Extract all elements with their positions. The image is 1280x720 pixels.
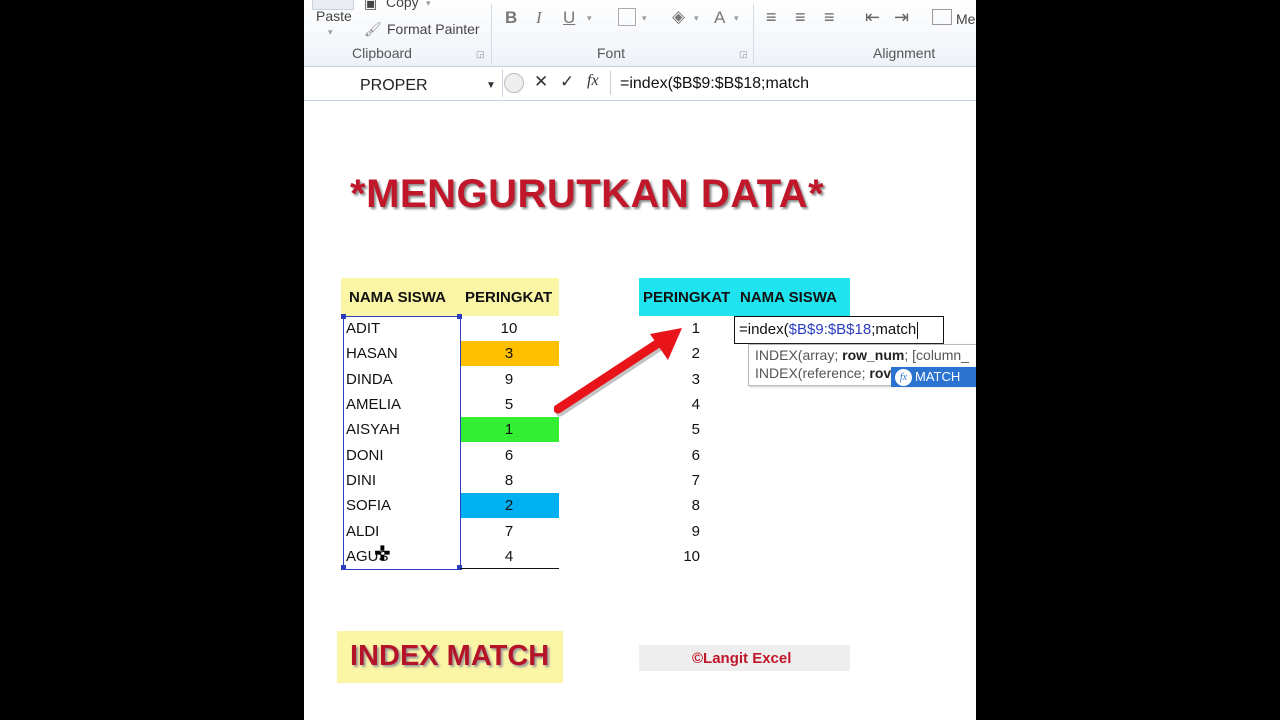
- function-icon: fx: [895, 369, 912, 386]
- merge-button[interactable]: Me: [956, 11, 975, 27]
- decrease-indent-icon[interactable]: ⇤: [865, 7, 880, 28]
- cell-formula-text: =index($B$9:$B$18;match: [739, 321, 919, 339]
- selection-handle[interactable]: [457, 314, 462, 319]
- insert-function-icon[interactable]: fx: [587, 72, 599, 90]
- rank-number[interactable]: 6: [658, 443, 700, 468]
- student-rank[interactable]: 7: [460, 519, 558, 544]
- italic-icon[interactable]: I: [536, 8, 542, 28]
- copy-dropdown-icon[interactable]: ▾: [426, 0, 431, 9]
- formula-input[interactable]: =index($B$9:$B$18;match: [620, 75, 809, 93]
- student-rank[interactable]: 5: [460, 392, 558, 417]
- rank-number[interactable]: 4: [658, 392, 700, 417]
- ribbon: Paste ▾ ▣ Copy ▾ 🖌 Format Painter Clipbo…: [304, 0, 976, 67]
- rank-number[interactable]: 5: [658, 417, 700, 442]
- rank-number[interactable]: 8: [658, 493, 700, 518]
- format-painter-icon[interactable]: 🖌: [364, 21, 382, 38]
- student-rank[interactable]: 4: [460, 544, 558, 569]
- align-center-icon[interactable]: ≡: [795, 7, 806, 28]
- enter-icon[interactable]: ✓: [560, 72, 574, 92]
- formula-bar-grip-icon: [504, 73, 524, 93]
- copy-button[interactable]: Copy: [386, 0, 419, 10]
- mouse-cursor-icon: ✜: [374, 543, 391, 565]
- selected-range[interactable]: [343, 316, 461, 570]
- tooltip-current-arg: rov: [869, 365, 892, 381]
- format-painter-button[interactable]: Format Painter: [387, 21, 480, 37]
- rank-number[interactable]: 9: [658, 519, 700, 544]
- alignment-group-label: Alignment: [873, 45, 936, 61]
- index-match-label-box: INDEX MATCH: [337, 631, 563, 683]
- align-left-icon[interactable]: ≡: [766, 7, 777, 28]
- tooltip-text: INDEX(reference;: [755, 365, 870, 381]
- student-rank[interactable]: 10: [460, 316, 558, 341]
- autocomplete-label: MATCH: [915, 369, 961, 384]
- active-cell-editor[interactable]: =index($B$9:$B$18;match: [734, 316, 944, 344]
- selection-handle[interactable]: [341, 314, 346, 319]
- borders-dropdown-icon[interactable]: ▾: [642, 13, 647, 24]
- merge-icon[interactable]: [932, 9, 952, 25]
- formula-prefix: =index(: [739, 321, 789, 338]
- font-color-dropdown-icon[interactable]: ▾: [734, 13, 739, 24]
- paste-dropdown-icon[interactable]: ▾: [328, 27, 333, 38]
- tooltip-text: ; [column_: [904, 347, 969, 363]
- font-launcher-icon[interactable]: ◲: [739, 49, 748, 60]
- rank-number[interactable]: 2: [658, 341, 700, 366]
- table-bottom-border: [460, 568, 559, 569]
- header-peringkat: PERINGKAT: [465, 289, 553, 306]
- paste-button[interactable]: Paste: [316, 8, 352, 24]
- formula-bar: PROPER ▼ ✕ ✓ fx =index($B$9:$B$18;match: [304, 67, 976, 101]
- student-rank[interactable]: 6: [460, 443, 558, 468]
- copy-icon[interactable]: ▣: [364, 0, 377, 12]
- fill-color-dropdown-icon[interactable]: ▾: [694, 13, 699, 24]
- student-rank[interactable]: 2: [460, 493, 558, 518]
- student-rank[interactable]: 8: [460, 468, 558, 493]
- text-cursor: [917, 321, 919, 339]
- ribbon-divider: [753, 4, 754, 64]
- tooltip-current-arg: row_num: [842, 347, 905, 363]
- credit-text: ©Langit Excel: [692, 650, 792, 667]
- fill-color-icon[interactable]: ◈: [672, 7, 685, 27]
- rank-number[interactable]: 3: [658, 367, 700, 392]
- borders-icon[interactable]: [618, 8, 636, 26]
- clipboard-group-label: Clipboard: [352, 45, 412, 61]
- header-nama-siswa: NAMA SISWA: [349, 289, 446, 306]
- student-rank[interactable]: 3: [460, 341, 558, 366]
- clipboard-launcher-icon[interactable]: ◲: [476, 49, 485, 60]
- student-rank[interactable]: 9: [460, 367, 558, 392]
- index-match-label: INDEX MATCH: [350, 640, 550, 672]
- cancel-icon[interactable]: ✕: [534, 72, 548, 92]
- name-box-value: PROPER: [360, 77, 428, 94]
- underline-dropdown-icon[interactable]: ▾: [587, 13, 592, 24]
- header-peringkat: PERINGKAT: [643, 289, 731, 306]
- formula-suffix: ;match: [871, 321, 917, 338]
- increase-indent-icon[interactable]: ⇥: [894, 7, 909, 28]
- credit-box: ©Langit Excel: [639, 645, 850, 671]
- rank-number[interactable]: 10: [658, 544, 700, 569]
- bold-icon[interactable]: B: [505, 8, 517, 28]
- left-table-header: NAMA SISWA PERINGKAT: [341, 278, 559, 316]
- autocomplete-match-item[interactable]: fx MATCH: [891, 367, 976, 387]
- selection-handle[interactable]: [341, 565, 346, 570]
- tooltip-line-1: INDEX(array; row_num; [column_: [755, 347, 969, 363]
- font-group-label: Font: [597, 45, 626, 61]
- name-box[interactable]: PROPER ▼: [304, 69, 503, 97]
- underline-icon[interactable]: U: [563, 8, 575, 28]
- right-table-header: PERINGKAT NAMA SISWA: [639, 278, 850, 316]
- tooltip-line-2: INDEX(reference; rov: [755, 365, 891, 381]
- rank-number[interactable]: 7: [658, 468, 700, 493]
- formula-range-ref: $B$9:$B$18: [788, 321, 872, 338]
- ribbon-divider: [491, 4, 492, 64]
- excel-window: Paste ▾ ▣ Copy ▾ 🖌 Format Painter Clipbo…: [304, 0, 976, 720]
- tooltip-text: INDEX(array;: [755, 347, 843, 363]
- chevron-down-icon[interactable]: ▼: [486, 80, 496, 91]
- sheet-title: *MENGURUTKAN DATA*: [350, 172, 825, 216]
- rank-number[interactable]: 1: [658, 316, 700, 341]
- header-nama-siswa: NAMA SISWA: [740, 289, 837, 306]
- align-right-icon[interactable]: ≡: [824, 7, 835, 28]
- font-color-icon[interactable]: A: [714, 8, 725, 28]
- student-rank[interactable]: 1: [460, 417, 558, 442]
- formula-bar-divider: [610, 71, 611, 95]
